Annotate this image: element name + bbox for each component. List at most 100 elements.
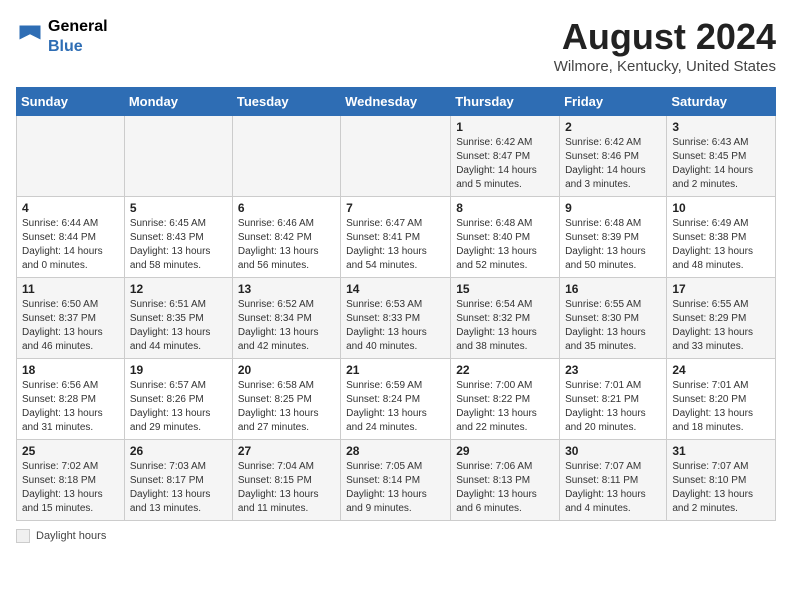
calendar-cell: 7Sunrise: 6:47 AM Sunset: 8:41 PM Daylig… bbox=[341, 197, 451, 278]
calendar-cell: 14Sunrise: 6:53 AM Sunset: 8:33 PM Dayli… bbox=[341, 278, 451, 359]
logo-blue: Blue bbox=[48, 38, 83, 55]
logo: General Blue bbox=[16, 16, 108, 56]
calendar-cell: 6 Sunrise: 6:46 AM Sunset: 8:42 PM Daylig… bbox=[232, 197, 340, 278]
day-info: Sunrise: 6:57 AM Sunset: 8:26 PM Dayligh… bbox=[130, 379, 227, 435]
calendar-week-row: 4Sunrise: 6:44 AM Sunset: 8:44 PM Daylig… bbox=[17, 197, 776, 278]
day-number: 30 bbox=[565, 444, 661, 458]
calendar-cell: 28 Sunrise: 7:05 AM Sunset: 8:14 PM Dayli… bbox=[341, 440, 451, 521]
calendar-cell: 5 Sunrise: 6:45 AM Sunset: 8:43 PM Daylig… bbox=[124, 197, 232, 278]
day-info: Sunrise: 7:05 AM Sunset: 8:14 PM Dayligh… bbox=[346, 460, 445, 516]
day-number: 21 bbox=[346, 363, 445, 377]
day-number: 4 bbox=[22, 201, 119, 215]
calendar-cell: 9Sunrise: 6:48 AM Sunset: 8:39 PM Daylig… bbox=[560, 197, 667, 278]
logo-general: General bbox=[48, 18, 108, 35]
day-info: Sunrise: 7:01 AM Sunset: 8:20 PM Dayligh… bbox=[672, 379, 770, 435]
day-info: Sunrise: 6:50 AM Sunset: 8:37 PM Dayligh… bbox=[22, 298, 119, 354]
day-info: Sunrise: 6:42 AM Sunset: 8:47 PM Dayligh… bbox=[456, 136, 554, 192]
day-info: Sunrise: 6:42 AM Sunset: 8:46 PM Dayligh… bbox=[565, 136, 661, 192]
calendar-cell bbox=[124, 116, 232, 197]
day-info: Sunrise: 6:46 AM Sunset: 8:42 PM Dayligh… bbox=[238, 217, 335, 273]
day-info: Sunrise: 6:48 AM Sunset: 8:40 PM Dayligh… bbox=[456, 217, 554, 273]
day-number: 23 bbox=[565, 363, 661, 377]
day-info: Sunrise: 6:43 AM Sunset: 8:45 PM Dayligh… bbox=[672, 136, 770, 192]
day-number: 16 bbox=[565, 282, 661, 296]
day-number: 19 bbox=[130, 363, 227, 377]
calendar-week-row: 18 Sunrise: 6:56 AM Sunset: 8:28 PM Dayli… bbox=[17, 359, 776, 440]
day-number: 26 bbox=[130, 444, 227, 458]
calendar-cell: 26 Sunrise: 7:03 AM Sunset: 8:17 PM Dayli… bbox=[124, 440, 232, 521]
calendar-week-row: 1Sunrise: 6:42 AM Sunset: 8:47 PM Daylig… bbox=[17, 116, 776, 197]
calendar-cell: 13Sunrise: 6:52 AM Sunset: 8:34 PM Dayli… bbox=[232, 278, 340, 359]
calendar-day-header: Thursday bbox=[451, 88, 560, 116]
day-info: Sunrise: 7:04 AM Sunset: 8:15 PM Dayligh… bbox=[238, 460, 335, 516]
calendar-cell: 2 Sunrise: 6:42 AM Sunset: 8:46 PM Daylig… bbox=[560, 116, 667, 197]
day-info: Sunrise: 7:00 AM Sunset: 8:22 PM Dayligh… bbox=[456, 379, 554, 435]
day-info: Sunrise: 6:47 AM Sunset: 8:41 PM Dayligh… bbox=[346, 217, 445, 273]
calendar-cell: 16 Sunrise: 6:55 AM Sunset: 8:30 PM Dayli… bbox=[560, 278, 667, 359]
calendar-cell: 23 Sunrise: 7:01 AM Sunset: 8:21 PM Dayli… bbox=[560, 359, 667, 440]
day-number: 10 bbox=[672, 201, 770, 215]
calendar-header-row: SundayMondayTuesdayWednesdayThursdayFrid… bbox=[17, 88, 776, 116]
calendar-day-header: Sunday bbox=[17, 88, 125, 116]
calendar-cell: 4Sunrise: 6:44 AM Sunset: 8:44 PM Daylig… bbox=[17, 197, 125, 278]
legend: Daylight hours bbox=[16, 529, 776, 543]
calendar-cell: 18 Sunrise: 6:56 AM Sunset: 8:28 PM Dayli… bbox=[17, 359, 125, 440]
day-number: 5 bbox=[130, 201, 227, 215]
calendar-cell: 12Sunrise: 6:51 AM Sunset: 8:35 PM Dayli… bbox=[124, 278, 232, 359]
day-info: Sunrise: 6:45 AM Sunset: 8:43 PM Dayligh… bbox=[130, 217, 227, 273]
day-info: Sunrise: 7:01 AM Sunset: 8:21 PM Dayligh… bbox=[565, 379, 661, 435]
calendar-cell: 11Sunrise: 6:50 AM Sunset: 8:37 PM Dayli… bbox=[17, 278, 125, 359]
calendar-day-header: Tuesday bbox=[232, 88, 340, 116]
logo-icon bbox=[16, 22, 44, 50]
day-number: 17 bbox=[672, 282, 770, 296]
calendar-cell bbox=[17, 116, 125, 197]
day-info: Sunrise: 6:55 AM Sunset: 8:29 PM Dayligh… bbox=[672, 298, 770, 354]
calendar-table: SundayMondayTuesdayWednesdayThursdayFrid… bbox=[16, 87, 776, 521]
month-year-title: August 2024 bbox=[554, 16, 776, 58]
day-info: Sunrise: 7:02 AM Sunset: 8:18 PM Dayligh… bbox=[22, 460, 119, 516]
day-number: 31 bbox=[672, 444, 770, 458]
day-number: 27 bbox=[238, 444, 335, 458]
calendar-cell: 15 Sunrise: 6:54 AM Sunset: 8:32 PM Dayli… bbox=[451, 278, 560, 359]
day-number: 8 bbox=[456, 201, 554, 215]
calendar-cell: 30 Sunrise: 7:07 AM Sunset: 8:11 PM Dayli… bbox=[560, 440, 667, 521]
day-number: 12 bbox=[130, 282, 227, 296]
page-header: General Blue August 2024 Wilmore, Kentuc… bbox=[16, 16, 776, 75]
calendar-cell bbox=[232, 116, 340, 197]
title-block: August 2024 Wilmore, Kentucky, United St… bbox=[554, 16, 776, 75]
location-subtitle: Wilmore, Kentucky, United States bbox=[554, 58, 776, 75]
calendar-cell: 8 Sunrise: 6:48 AM Sunset: 8:40 PM Daylig… bbox=[451, 197, 560, 278]
calendar-cell: 24 Sunrise: 7:01 AM Sunset: 8:20 PM Dayli… bbox=[667, 359, 776, 440]
day-info: Sunrise: 7:03 AM Sunset: 8:17 PM Dayligh… bbox=[130, 460, 227, 516]
day-number: 3 bbox=[672, 120, 770, 134]
calendar-cell: 1Sunrise: 6:42 AM Sunset: 8:47 PM Daylig… bbox=[451, 116, 560, 197]
calendar-cell: 29Sunrise: 7:06 AM Sunset: 8:13 PM Dayli… bbox=[451, 440, 560, 521]
day-info: Sunrise: 7:06 AM Sunset: 8:13 PM Dayligh… bbox=[456, 460, 554, 516]
calendar-week-row: 11Sunrise: 6:50 AM Sunset: 8:37 PM Dayli… bbox=[17, 278, 776, 359]
day-info: Sunrise: 6:56 AM Sunset: 8:28 PM Dayligh… bbox=[22, 379, 119, 435]
day-info: Sunrise: 6:55 AM Sunset: 8:30 PM Dayligh… bbox=[565, 298, 661, 354]
day-number: 18 bbox=[22, 363, 119, 377]
day-number: 2 bbox=[565, 120, 661, 134]
day-number: 13 bbox=[238, 282, 335, 296]
day-info: Sunrise: 6:58 AM Sunset: 8:25 PM Dayligh… bbox=[238, 379, 335, 435]
calendar-cell: 25Sunrise: 7:02 AM Sunset: 8:18 PM Dayli… bbox=[17, 440, 125, 521]
day-info: Sunrise: 6:59 AM Sunset: 8:24 PM Dayligh… bbox=[346, 379, 445, 435]
day-info: Sunrise: 6:53 AM Sunset: 8:33 PM Dayligh… bbox=[346, 298, 445, 354]
calendar-cell: 22 Sunrise: 7:00 AM Sunset: 8:22 PM Dayli… bbox=[451, 359, 560, 440]
logo-text: General Blue bbox=[48, 16, 108, 56]
legend-label: Daylight hours bbox=[36, 530, 106, 542]
day-info: Sunrise: 7:07 AM Sunset: 8:10 PM Dayligh… bbox=[672, 460, 770, 516]
day-number: 28 bbox=[346, 444, 445, 458]
calendar-day-header: Monday bbox=[124, 88, 232, 116]
day-info: Sunrise: 6:54 AM Sunset: 8:32 PM Dayligh… bbox=[456, 298, 554, 354]
calendar-cell: 31 Sunrise: 7:07 AM Sunset: 8:10 PM Dayli… bbox=[667, 440, 776, 521]
day-number: 24 bbox=[672, 363, 770, 377]
day-info: Sunrise: 6:49 AM Sunset: 8:38 PM Dayligh… bbox=[672, 217, 770, 273]
day-info: Sunrise: 7:07 AM Sunset: 8:11 PM Dayligh… bbox=[565, 460, 661, 516]
day-number: 6 bbox=[238, 201, 335, 215]
calendar-day-header: Saturday bbox=[667, 88, 776, 116]
day-number: 22 bbox=[456, 363, 554, 377]
day-number: 20 bbox=[238, 363, 335, 377]
day-number: 15 bbox=[456, 282, 554, 296]
